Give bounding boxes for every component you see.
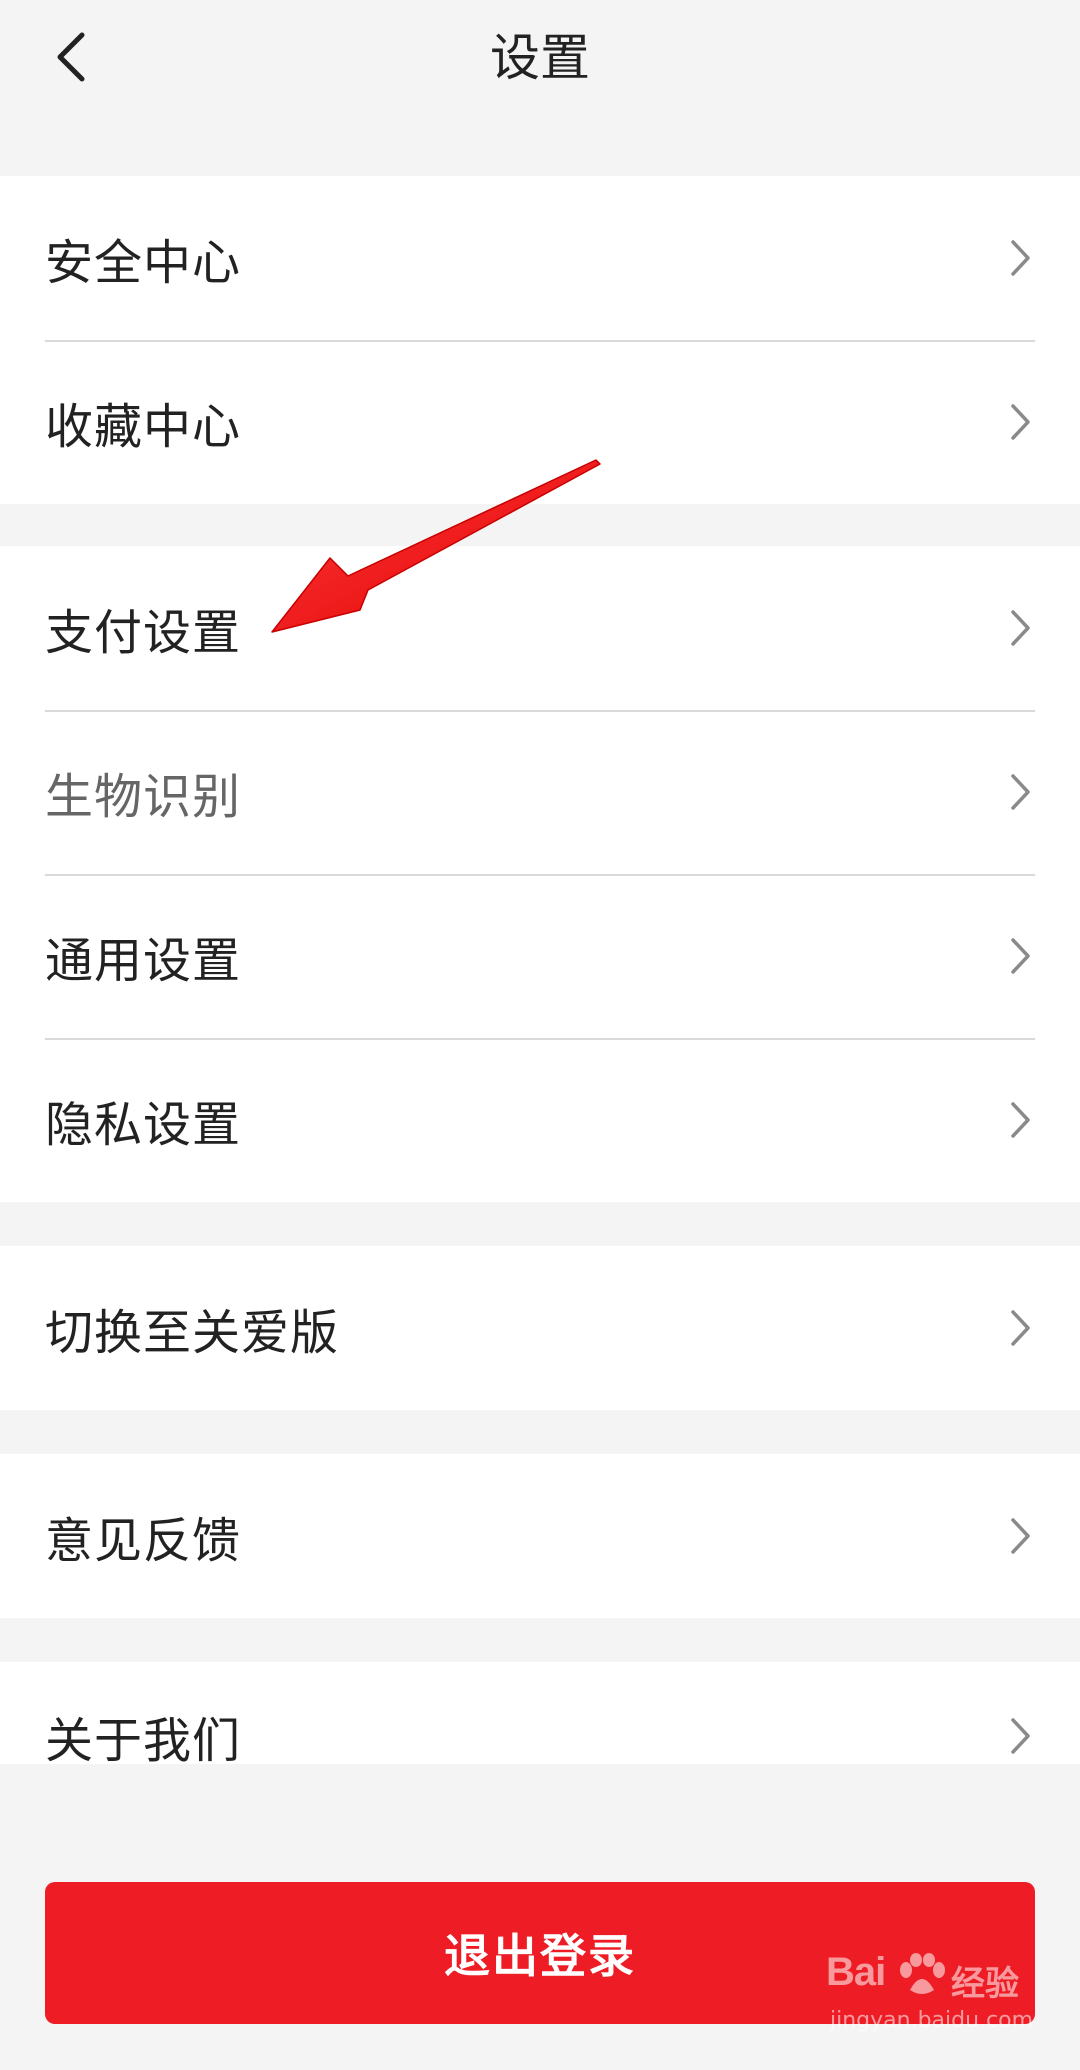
- settings-group-care-mode: 切换至关爱版: [0, 1246, 1080, 1410]
- menu-item-security-center[interactable]: 安全中心: [0, 176, 1080, 340]
- header: 设置: [0, 0, 1080, 176]
- menu-item-label: 收藏中心: [45, 399, 242, 455]
- menu-item-general-settings[interactable]: 通用设置: [0, 874, 1080, 1038]
- chevron-right-icon: [1000, 603, 1040, 653]
- menu-item-privacy-settings[interactable]: 隐私设置: [0, 1038, 1080, 1202]
- watermark-logo: Bai 经验 jingyan.baidu.com: [826, 1950, 1066, 2060]
- menu-item-care-mode[interactable]: 切换至关爱版: [0, 1246, 1080, 1410]
- menu-item-label: 通用设置: [45, 933, 242, 989]
- paw-icon: [900, 1953, 945, 1994]
- watermark-cn-text: 经验: [951, 1964, 1019, 2004]
- menu-item-label: 生物识别: [45, 769, 242, 825]
- menu-item-feedback[interactable]: 意见反馈: [0, 1454, 1080, 1618]
- logout-label: 退出登录: [444, 1929, 636, 1983]
- chevron-right-icon: [1000, 1711, 1040, 1761]
- chevron-right-icon: [1000, 931, 1040, 981]
- chevron-right-icon: [1000, 1511, 1040, 1561]
- menu-item-label: 切换至关爱版: [45, 1305, 340, 1361]
- menu-item-label: 隐私设置: [45, 1097, 242, 1153]
- settings-page: 设置 安全中心 收藏中心 支付设置 生物识别 通用设置 隐私设置 切换至关爱版 …: [0, 0, 1080, 2070]
- settings-group-feedback: 意见反馈: [0, 1454, 1080, 1618]
- settings-group-about: 关于我们: [0, 1662, 1080, 1764]
- chevron-right-icon: [1000, 233, 1040, 283]
- menu-item-label: 关于我们: [45, 1713, 242, 1764]
- menu-item-label: 意见反馈: [45, 1513, 242, 1569]
- chevron-right-icon: [1000, 1303, 1040, 1353]
- menu-item-payment-settings[interactable]: 支付设置: [0, 546, 1080, 710]
- settings-group-account: 安全中心 收藏中心: [0, 176, 1080, 504]
- menu-item-biometrics[interactable]: 生物识别: [0, 710, 1080, 874]
- menu-item-favorites-center[interactable]: 收藏中心: [0, 340, 1080, 504]
- page-title: 设置: [490, 29, 590, 87]
- menu-item-label: 安全中心: [45, 235, 242, 291]
- menu-item-label: 支付设置: [45, 605, 242, 661]
- settings-group-preferences: 支付设置 生物识别 通用设置 隐私设置: [0, 546, 1080, 1202]
- menu-item-about-us[interactable]: 关于我们: [0, 1662, 1080, 1764]
- watermark-brand: Bai: [826, 1950, 886, 1994]
- chevron-right-icon: [1000, 767, 1040, 817]
- chevron-right-icon: [1000, 1095, 1040, 1145]
- chevron-right-icon: [1000, 397, 1040, 447]
- watermark-url: jingyan.baidu.com: [830, 2008, 1034, 2033]
